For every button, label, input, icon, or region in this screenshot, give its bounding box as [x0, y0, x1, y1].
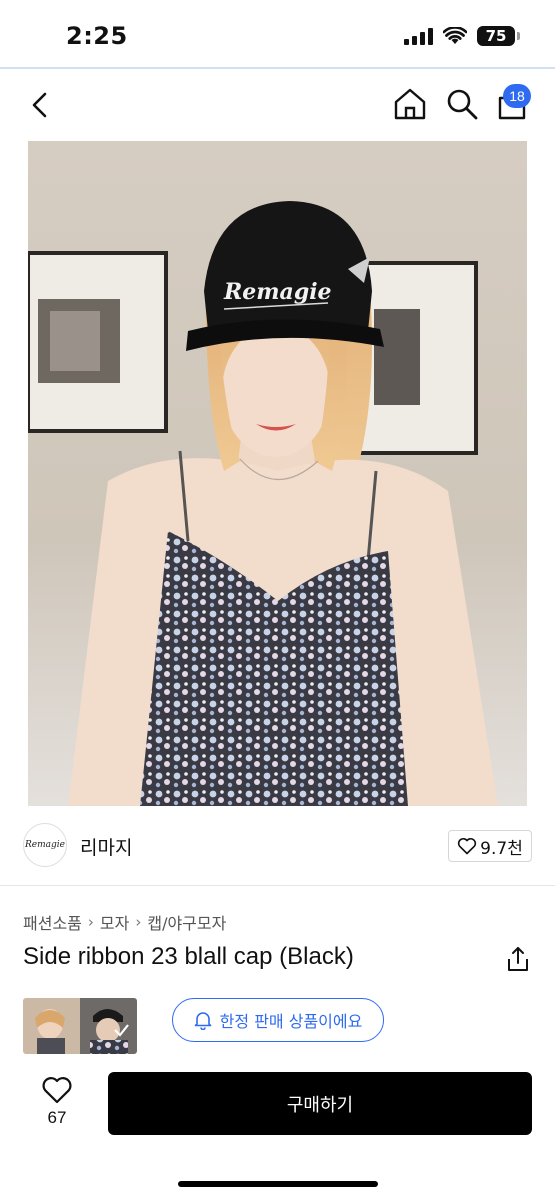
wishlist-count: 67 [47, 1108, 67, 1127]
thumbnail-images [23, 998, 137, 1054]
breadcrumb-item[interactable]: 패션소품 [23, 910, 82, 934]
product-title: Side ribbon 23 blall cap (Black) [23, 943, 354, 970]
breadcrumb-item[interactable]: 모자 [100, 910, 129, 934]
cap-logo: Remagie [223, 279, 332, 305]
shop-like-button[interactable]: 9.7천 [448, 830, 532, 862]
bottom-action-bar: 67 구매하기 [0, 1055, 555, 1200]
cart-count-badge: 18 [503, 84, 531, 108]
home-icon[interactable] [392, 86, 428, 122]
buy-button[interactable]: 구매하기 [108, 1072, 532, 1135]
heart-icon [458, 837, 477, 855]
bell-icon [194, 1012, 211, 1030]
shop-logo[interactable]: Remagie [23, 823, 67, 867]
nav-bar [0, 70, 555, 140]
limited-sale-badge[interactable]: 한정 판매 상품이에요 [172, 998, 384, 1042]
breadcrumb: 패션소품 › 모자 › 캡/야구모자 [23, 910, 226, 934]
status-icons: 75 [404, 26, 520, 46]
status-time: 2:25 [66, 22, 128, 50]
shop-row[interactable]: Remagie 리마지 9.7천 [0, 806, 555, 886]
chevron-right-icon: › [135, 913, 142, 931]
back-icon[interactable] [26, 88, 56, 122]
search-icon[interactable] [444, 86, 480, 122]
battery-level: 75 [485, 27, 507, 45]
chevron-right-icon: › [87, 913, 94, 931]
cellular-signal-icon [404, 27, 433, 45]
home-indicator[interactable] [178, 1181, 378, 1187]
header-divider [0, 67, 555, 69]
shop-name[interactable]: 리마지 [80, 833, 132, 860]
product-photo[interactable]: Remagie [28, 141, 527, 806]
battery-icon: 75 [477, 26, 520, 46]
status-bar: 2:25 75 [0, 0, 555, 68]
wishlist-heart-icon[interactable] [41, 1075, 73, 1105]
wifi-icon [443, 27, 467, 44]
share-icon[interactable] [505, 945, 531, 973]
product-photo-illustration: Remagie [28, 141, 527, 806]
limited-sale-label: 한정 판매 상품이에요 [219, 1012, 363, 1031]
shop-like-count: 9.7천 [480, 838, 523, 859]
breadcrumb-item[interactable]: 캡/야구모자 [147, 910, 226, 934]
product-thumbnail-strip[interactable] [23, 998, 137, 1054]
